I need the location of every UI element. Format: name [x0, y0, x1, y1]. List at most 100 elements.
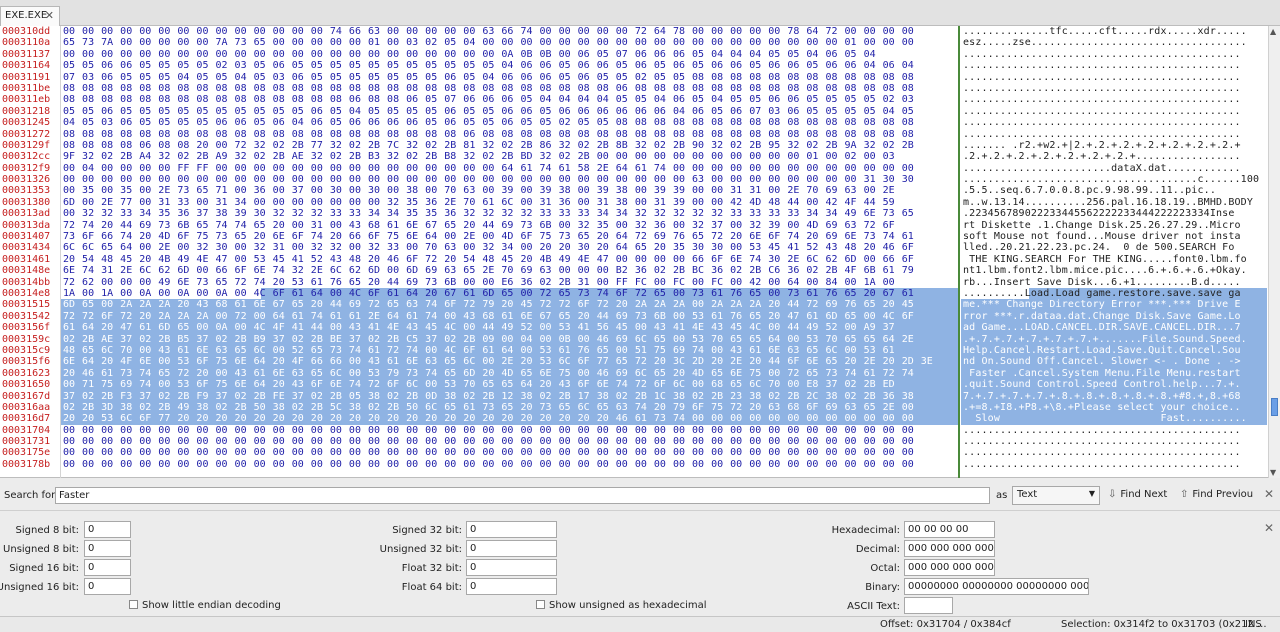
hex-row[interactable]: 6D 00 2E 77 00 31 33 00 31 34 00 00 00 0…: [61, 197, 958, 208]
hex-editor[interactable]: 000310dd 0003110a 00031137 00031164 00031191…: [0, 26, 1280, 478]
ascii-row[interactable]: .+=8.+I8.+P8.+\8.+Please select your cho…: [961, 401, 1267, 414]
close-icon[interactable]: ✕: [45, 9, 54, 22]
signed32-field[interactable]: 0: [466, 521, 557, 538]
hex-row[interactable]: 08 08 08 08 06 08 08 20 00 72 32 02 2B 7…: [61, 140, 958, 151]
ascii-row[interactable]: ........................................…: [961, 425, 1267, 436]
ascii-row[interactable]: ........................................…: [961, 459, 1267, 470]
ascii-row[interactable]: Help.Cancel.Restart.Load.Save.Quit.Cance…: [961, 344, 1267, 357]
ascii-row[interactable]: ........................................…: [961, 94, 1267, 105]
binary-field[interactable]: 00000000 00000000 00000000 00000000: [904, 578, 1089, 595]
hex-row[interactable]: 6C 6C 65 64 00 2E 00 32 30 00 32 31 00 3…: [61, 242, 958, 253]
octal-field[interactable]: 000 000 000 000: [904, 559, 995, 576]
hex-row[interactable]: 08 08 08 08 08 08 08 08 08 08 08 08 08 0…: [61, 94, 958, 105]
hex-row[interactable]: 37 02 2B F3 37 02 2B F9 37 02 2B FE 37 0…: [61, 390, 958, 402]
close-search-icon[interactable]: ✕: [1264, 487, 1274, 501]
hex-row[interactable]: 02 2B 3D 38 02 2B 49 38 02 2B 50 38 02 2…: [61, 401, 958, 414]
hex-row[interactable]: 00 00 00 00 00 00 00 00 00 00 00 00 00 0…: [61, 447, 958, 458]
ascii-row[interactable]: ....... .r2.+w2.+|2.+.2.+.2.+.2.+.2.+.2.…: [961, 140, 1267, 151]
find-next-button[interactable]: ⇩ Find Next: [1108, 489, 1167, 500]
hex-row[interactable]: 72 62 00 00 00 49 6E 73 65 72 74 20 53 6…: [61, 277, 958, 288]
ascii-row[interactable]: ........................................…: [961, 129, 1267, 140]
find-previous-button[interactable]: ⇧ Find Previou: [1180, 489, 1253, 500]
hex-column[interactable]: 00 00 00 00 00 00 00 00 00 00 00 00 00 0…: [60, 26, 958, 478]
ascii-row[interactable]: .quit.Sound Control.Speed Control.help..…: [961, 379, 1267, 391]
hex-row[interactable]: 00 04 00 00 00 00 FF FF 00 00 00 00 00 0…: [61, 163, 958, 174]
hex-row[interactable]: 61 64 20 47 61 6D 65 00 0A 00 4C 4F 41 4…: [61, 322, 958, 334]
hex-row[interactable]: 72 72 6F 72 20 2A 2A 2A 00 72 00 64 61 7…: [61, 310, 958, 323]
hex-row[interactable]: 65 73 7A 00 00 00 00 00 7A 73 65 00 00 0…: [61, 37, 958, 48]
hex-row[interactable]: 6E 64 20 4F 6E 00 53 6F 75 6E 64 20 4F 6…: [61, 356, 958, 368]
ascii-row[interactable]: Faster .Cancel.System Menu.File Menu.res…: [961, 367, 1267, 380]
checkbox-box[interactable]: [129, 600, 138, 609]
hex-row[interactable]: 00 35 00 35 00 2E 73 65 71 00 36 00 37 0…: [61, 185, 958, 196]
ascii-row[interactable]: nd On.Sound Off.Cancel. Slower <- . Done…: [961, 356, 1267, 368]
ascii-row[interactable]: .5.5..seq.6.7.0.0.8.pc.9.98.99..11..pic.…: [961, 185, 1267, 196]
signed16-field[interactable]: 0: [84, 559, 131, 576]
ascii-row[interactable]: rror ***.r.dataa.dat.Change Disk.Save Ga…: [961, 310, 1267, 323]
hex-row[interactable]: 73 6F 66 74 20 4D 6F 75 73 65 20 6E 6F 7…: [61, 231, 958, 242]
hex-row[interactable]: 1A 00 1A 00 0A 00 0A 00 0A 00 4C 6F 61 6…: [61, 287, 958, 300]
ascii-row[interactable]: nt1.lbm.font2.lbm.mice.pic....6.+.6.+.6.…: [961, 265, 1267, 276]
ascii-row[interactable]: 7.+.7.+.7.+.7.+.8.+.8.+.8.+.8.+.8.+#8.+,…: [961, 390, 1267, 402]
little-endian-checkbox[interactable]: Show little endian decoding: [129, 600, 281, 611]
hex-row[interactable]: 00 00 00 00 00 00 00 00 00 00 00 00 00 0…: [61, 436, 958, 447]
ascii-row[interactable]: ........................dataX.dat.......…: [961, 163, 1267, 174]
ascii-row[interactable]: rb...Insert Save Disk...6.+1.........B.d…: [961, 277, 1267, 288]
signed8-field[interactable]: 0: [84, 521, 131, 538]
ascii-row[interactable]: ........................................…: [961, 49, 1267, 60]
float64-field[interactable]: 0: [466, 578, 557, 595]
hex-row[interactable]: 00 00 00 00 00 00 00 00 00 00 00 00 00 0…: [61, 459, 958, 470]
hex-row[interactable]: 9F 32 02 2B A4 32 02 2B A9 32 02 2B AE 3…: [61, 151, 958, 162]
ascii-row[interactable]: ........................................…: [961, 117, 1267, 128]
ascii-row[interactable]: ad Game...LOAD.CANCEL.DIR.SAVE.CANCEL.DI…: [961, 322, 1267, 334]
ascii-row[interactable]: Slow Fast..........: [961, 413, 1267, 425]
ascii-row[interactable]: ........................................…: [961, 106, 1267, 117]
ascii-row[interactable]: ..........Load.Load game.restore.save.sa…: [961, 287, 1267, 300]
unsigned8-field[interactable]: 0: [84, 540, 131, 557]
float32-field[interactable]: 0: [466, 559, 557, 576]
hex-row[interactable]: 00 00 00 00 00 00 00 00 00 00 00 00 00 0…: [61, 49, 958, 60]
ascii-text-field[interactable]: [904, 597, 953, 614]
ascii-row[interactable]: THE KING.SEARCH For THE KING.....font0.l…: [961, 254, 1267, 265]
hex-row[interactable]: 08 08 08 08 08 08 08 08 08 08 08 08 08 0…: [61, 83, 958, 94]
hex-row[interactable]: 07 03 06 05 05 05 04 05 05 04 05 03 06 0…: [61, 72, 958, 83]
hex-row[interactable]: 20 20 53 6C 6F 77 20 20 20 20 20 20 20 2…: [61, 413, 958, 425]
hex-field[interactable]: 00 00 00 00: [904, 521, 995, 538]
hex-row[interactable]: 04 05 03 06 05 05 05 05 06 06 05 06 04 0…: [61, 117, 958, 128]
hex-row[interactable]: 00 00 00 00 00 00 00 00 00 00 00 00 00 0…: [61, 174, 958, 185]
ascii-row[interactable]: .2.+.2.+.2.+.2.+.2.+.2.+.2.+............…: [961, 151, 1267, 162]
hex-row[interactable]: 6D 65 00 2A 2A 2A 20 43 68 61 6E 67 65 2…: [61, 299, 958, 311]
hex-row[interactable]: 00 71 75 69 74 00 53 6F 75 6E 64 20 43 6…: [61, 379, 958, 391]
unsigned32-field[interactable]: 0: [466, 540, 557, 557]
hex-row[interactable]: 6E 74 31 2E 6C 62 6D 00 66 6F 6E 74 32 2…: [61, 265, 958, 276]
unsigned-hex-checkbox[interactable]: Show unsigned as hexadecimal: [536, 600, 707, 611]
ascii-row[interactable]: ........................................…: [961, 447, 1267, 458]
ascii-row[interactable]: .+.7.+.7.+.7.+.7.+.7.+.......File.Sound.…: [961, 333, 1267, 345]
hex-row[interactable]: 00 00 00 00 00 00 00 00 00 00 00 00 00 0…: [61, 26, 958, 37]
hex-row[interactable]: 08 08 08 08 08 08 08 08 08 08 08 08 08 0…: [61, 129, 958, 140]
checkbox-box[interactable]: [536, 600, 545, 609]
ascii-row[interactable]: lled..20.21.22.23.pc.24. 0 de 500.SEARCH…: [961, 242, 1267, 253]
hex-row[interactable]: 00 32 32 33 34 35 36 37 38 39 30 32 32 3…: [61, 208, 958, 219]
search-type-select[interactable]: Text ▼: [1012, 486, 1100, 505]
hex-row[interactable]: 05 05 06 06 05 05 05 05 02 03 05 06 05 0…: [61, 60, 958, 71]
hex-row[interactable]: 02 2B AE 37 02 2B B5 37 02 2B B9 37 02 2…: [61, 333, 958, 345]
ascii-row[interactable]: ........................................…: [961, 60, 1267, 71]
ascii-row[interactable]: ........................................…: [961, 436, 1267, 447]
scrollbar-thumb[interactable]: [1271, 398, 1278, 416]
decimal-field[interactable]: 000 000 000 000: [904, 540, 995, 557]
unsigned16-field[interactable]: 0: [84, 578, 131, 595]
hex-row[interactable]: 20 46 61 73 74 65 72 20 00 43 61 6E 63 6…: [61, 367, 958, 380]
ascii-row[interactable]: ..............tfc.....cft.....rdx.....xd…: [961, 26, 1267, 37]
ascii-row[interactable]: esz.....zse.............................…: [961, 37, 1267, 48]
ascii-column[interactable]: ..............tfc.....cft.....rdx.....xd…: [961, 26, 1267, 478]
tab-exe[interactable]: EXE.EXE ✕: [0, 6, 60, 26]
ascii-row[interactable]: .223456789022233445562222233444222223334…: [961, 208, 1267, 219]
ascii-row[interactable]: ......................................c.…: [961, 174, 1267, 185]
scroll-up-icon[interactable]: ▲: [1270, 27, 1276, 36]
ascii-row[interactable]: m..w.13.14..........256.pal.16.18.19..BM…: [961, 197, 1267, 208]
hex-row[interactable]: 72 74 20 44 69 73 6B 65 74 74 65 20 00 3…: [61, 220, 958, 231]
close-inspector-icon[interactable]: ✕: [1264, 521, 1274, 535]
scroll-down-icon[interactable]: ▼: [1270, 468, 1276, 477]
hex-row[interactable]: 00 00 00 00 00 00 00 00 00 00 00 00 00 0…: [61, 425, 958, 436]
